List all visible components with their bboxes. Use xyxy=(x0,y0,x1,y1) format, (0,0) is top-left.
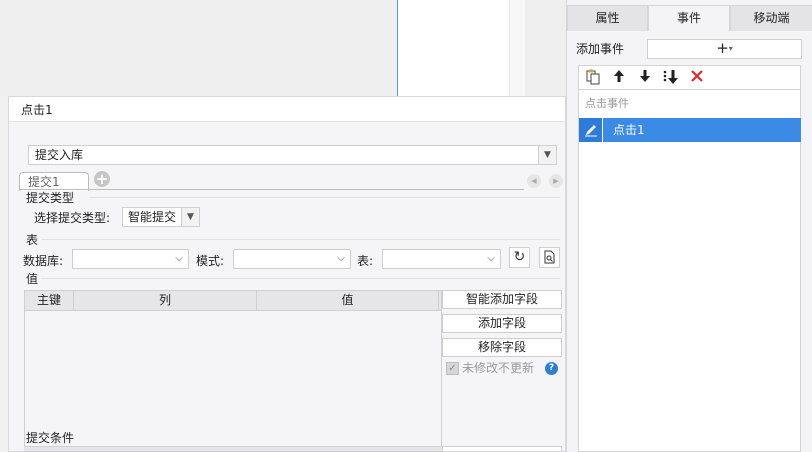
column-header-primary-key[interactable]: 主键 xyxy=(25,291,74,310)
column-header-column[interactable]: 列 xyxy=(74,291,257,310)
tab-scroll-right-icon[interactable]: ▶ xyxy=(549,174,563,188)
help-icon[interactable]: ? xyxy=(545,362,558,375)
refresh-icon: ↻ xyxy=(513,249,526,265)
chevron-down-icon[interactable]: ▼ xyxy=(181,208,199,226)
chevron-down-icon: ▾ xyxy=(728,44,733,53)
smart-add-field-button[interactable]: 智能添加字段 xyxy=(442,290,562,309)
database-label: 数据库: xyxy=(23,254,64,268)
submit-type-select[interactable]: 智能提交 ▼ xyxy=(122,207,200,227)
tab-mobile[interactable]: 移动端 xyxy=(730,5,812,31)
dialog-title: 点击1 xyxy=(21,103,53,117)
condition-button[interactable] xyxy=(442,446,562,451)
event-list-item[interactable]: 点击1 xyxy=(579,118,801,142)
schema-value xyxy=(234,252,239,266)
submit-type-label: 选择提交类型: xyxy=(34,211,111,225)
action-type-value: 提交入库 xyxy=(35,148,84,162)
submit-type-section: 提交类型 xyxy=(26,191,75,205)
add-tab-icon[interactable]: + xyxy=(94,171,110,187)
refresh-button[interactable]: ↻ xyxy=(509,247,530,268)
table-label: 表: xyxy=(357,254,374,268)
action-type-select[interactable]: 提交入库 ▼ xyxy=(28,145,557,165)
event-panel: 属性 事件 移动端 添加事件 +▾ 点击事件 点击1 xyxy=(566,0,812,452)
table-section: 表 xyxy=(26,233,39,247)
tab-scroll-left-icon[interactable]: ◀ xyxy=(527,174,541,188)
chevron-down-icon[interactable]: ⌵ xyxy=(332,250,350,268)
section-divider xyxy=(41,239,560,240)
schema-label: 模式: xyxy=(196,254,225,268)
chevron-down-icon[interactable]: ▼ xyxy=(538,146,556,164)
tab-attributes[interactable]: 属性 xyxy=(567,5,648,31)
table-header: 主键 列 值 xyxy=(25,291,441,311)
value-section: 值 xyxy=(26,272,39,286)
section-divider xyxy=(89,197,560,198)
copy-icon[interactable] xyxy=(583,69,603,87)
event-list-header: 点击事件 xyxy=(585,97,629,110)
remove-field-button[interactable]: 移除字段 xyxy=(442,338,562,357)
event-item-label: 点击1 xyxy=(613,123,645,137)
section-divider xyxy=(41,278,560,279)
move-up-icon[interactable] xyxy=(609,69,629,87)
event-toolbar xyxy=(578,65,801,90)
plus-icon: + xyxy=(716,39,729,57)
no-update-checkbox[interactable]: ✓ xyxy=(446,362,459,375)
event-dialog: 点击1 提交入库 ▼ 提交1 + ◀ ▶ 提交类型 选择提交类型: 智能提交 ▼… xyxy=(8,96,566,452)
column-header-value[interactable]: 值 xyxy=(257,291,439,310)
database-value xyxy=(73,252,78,266)
table-value xyxy=(383,252,388,266)
submit-condition-section: 提交条件 xyxy=(26,431,75,445)
no-update-label: 未修改不更新 xyxy=(462,361,535,375)
add-event-label: 添加事件 xyxy=(576,42,625,56)
event-list xyxy=(578,90,801,452)
edit-icon[interactable] xyxy=(579,118,603,142)
move-down-icon[interactable] xyxy=(635,69,655,87)
add-event-button[interactable]: +▾ xyxy=(647,39,802,59)
tab-events[interactable]: 事件 xyxy=(648,5,730,31)
chevron-down-icon[interactable]: ⌵ xyxy=(482,250,500,268)
chevron-down-icon[interactable]: ⌵ xyxy=(170,250,188,268)
move-bottom-icon[interactable] xyxy=(661,69,681,87)
database-select[interactable]: ⌵ xyxy=(72,249,189,269)
table-select[interactable]: ⌵ xyxy=(382,249,501,269)
preview-table-button[interactable] xyxy=(539,247,560,268)
field-table[interactable]: 主键 列 值 xyxy=(24,290,442,452)
preview-icon xyxy=(544,250,555,264)
condition-table[interactable] xyxy=(24,446,442,451)
dialog-body: 提交入库 ▼ 提交1 + ◀ ▶ 提交类型 选择提交类型: 智能提交 ▼ 表 数… xyxy=(9,122,565,452)
delete-icon[interactable] xyxy=(687,69,707,87)
canvas-page xyxy=(397,0,509,96)
tab-divider xyxy=(19,189,524,190)
schema-select[interactable]: ⌵ xyxy=(233,249,351,269)
add-field-button[interactable]: 添加字段 xyxy=(442,314,562,333)
submit-type-value: 智能提交 xyxy=(128,210,177,224)
canvas-scroll-strip xyxy=(509,0,525,96)
